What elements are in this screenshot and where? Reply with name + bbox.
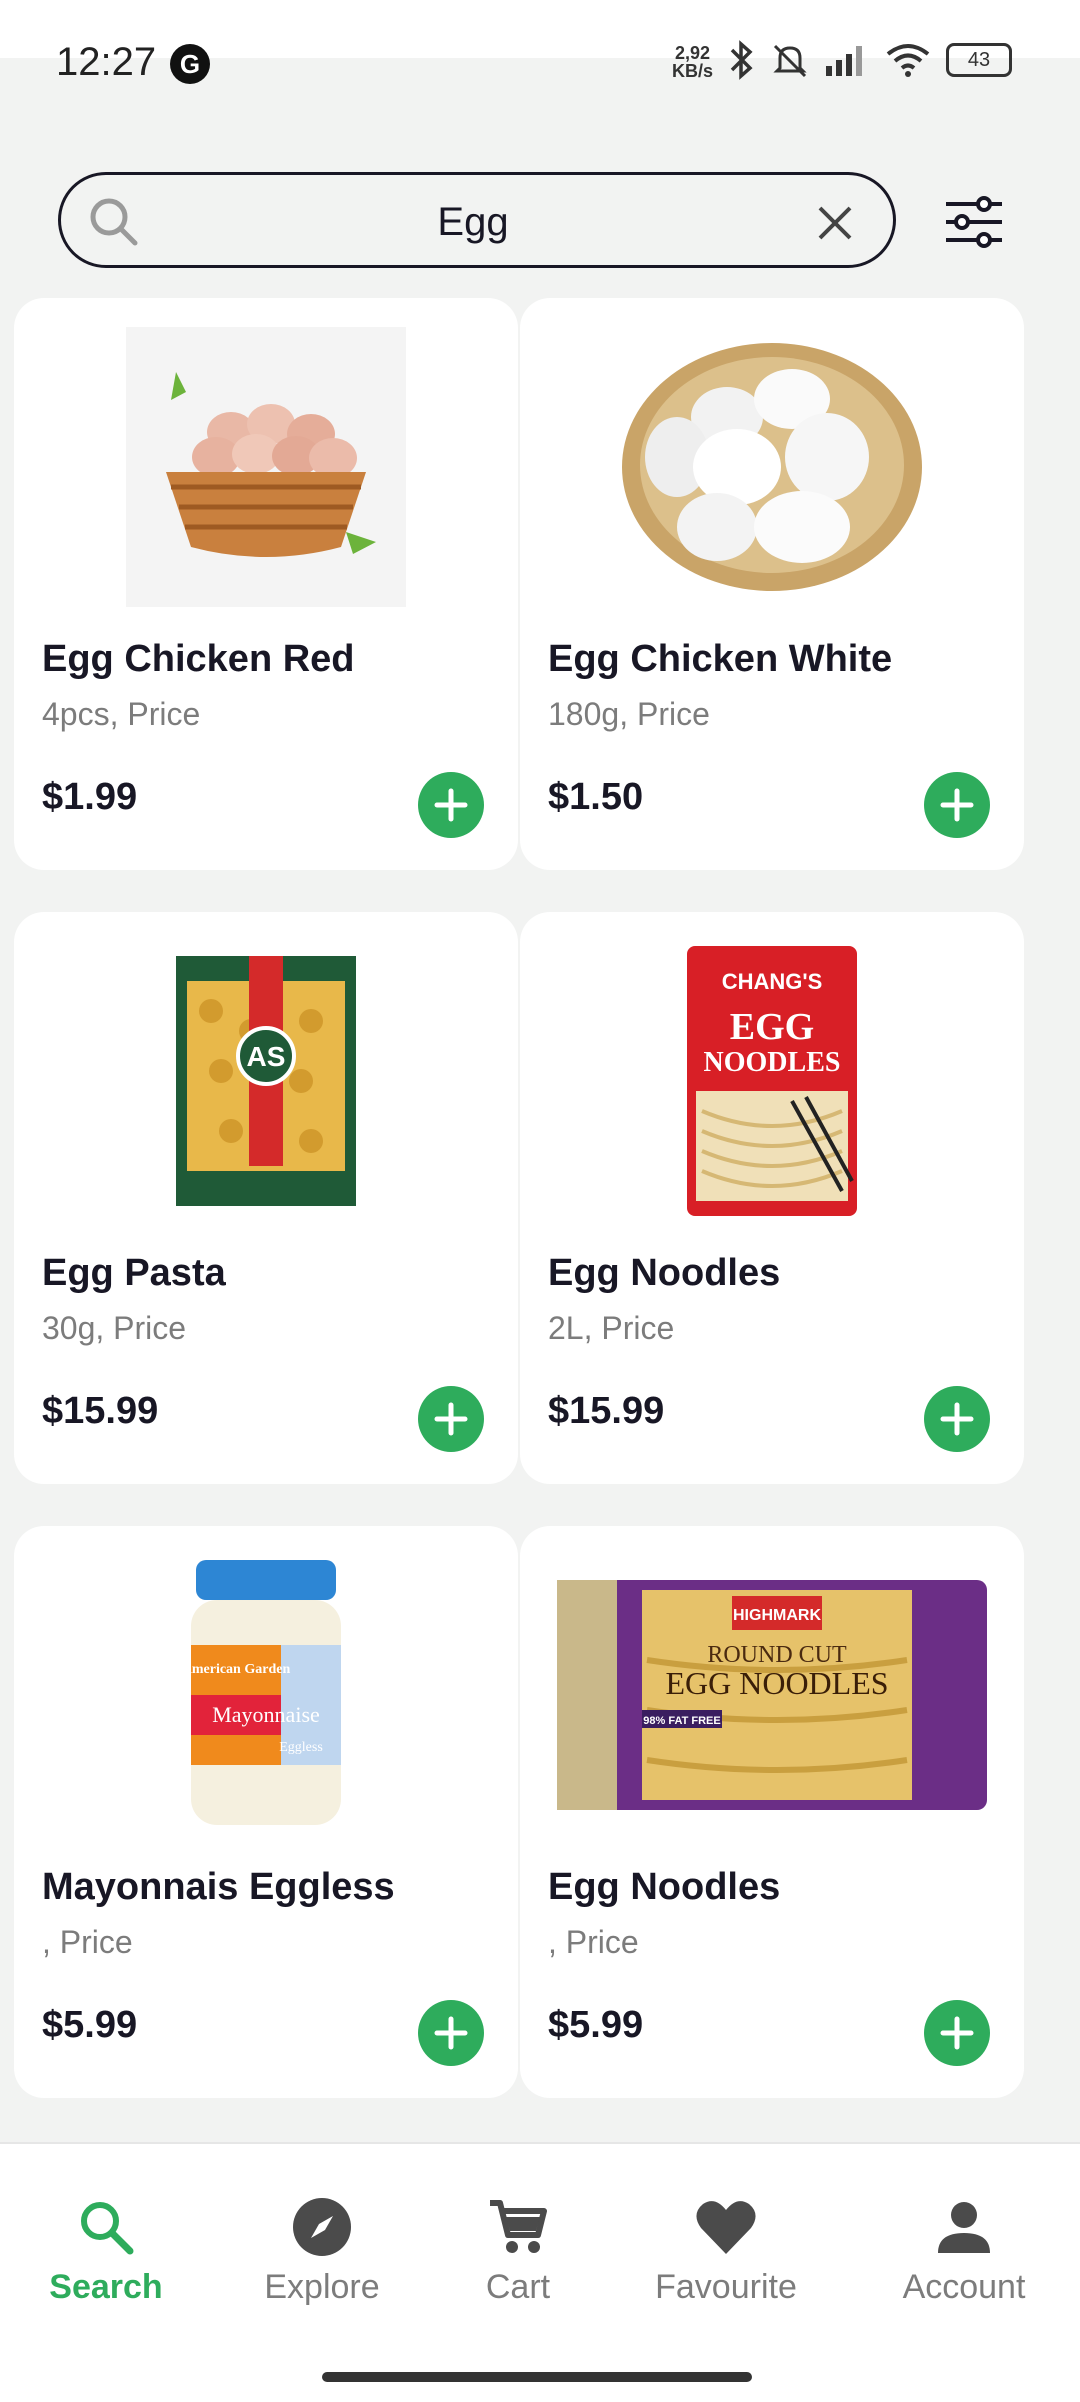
product-card[interactable]: CHANG'S EGG NOODLES Egg Noodles 2L, Pric… xyxy=(520,912,1024,1484)
product-image: HIGHMARK ROUND CUT EGG NOODLES 98% FAT F… xyxy=(520,1550,1024,1840)
product-image: AS xyxy=(14,936,518,1226)
status-icons: 43 xyxy=(726,40,1012,80)
product-name: Egg Chicken White xyxy=(548,638,893,680)
add-to-cart-button[interactable] xyxy=(924,1386,990,1452)
pasta-pack-image: AS xyxy=(176,956,356,1206)
compass-icon xyxy=(293,2198,351,2256)
status-time: 12:27 xyxy=(56,40,157,84)
product-card[interactable]: AS Egg Pasta 30g, Price $15.99 xyxy=(14,912,518,1484)
clear-search-icon[interactable] xyxy=(815,203,855,243)
pack-brand: CHANG'S xyxy=(722,969,823,994)
mayonnaise-jar-image: American Garden Mayonnaise Eggless xyxy=(182,1560,341,1825)
svg-text:AS: AS xyxy=(247,1041,286,1072)
plus-icon xyxy=(434,788,468,822)
product-price: $1.50 xyxy=(548,776,644,818)
product-subtitle: 180g, Price xyxy=(548,696,710,732)
plus-icon xyxy=(434,1402,468,1436)
product-price: $15.99 xyxy=(548,1390,665,1432)
nav-label: Explore xyxy=(264,2268,380,2306)
nav-item-explore[interactable]: Explore xyxy=(232,2192,412,2307)
plus-icon xyxy=(434,2016,468,2050)
search-icon xyxy=(90,198,138,246)
product-subtitle: 30g, Price xyxy=(42,1310,187,1346)
wifi-icon xyxy=(886,44,930,77)
add-to-cart-button[interactable] xyxy=(924,772,990,838)
nav-item-account[interactable]: Account xyxy=(874,2192,1054,2307)
product-name: Mayonnais Eggless xyxy=(42,1866,395,1908)
egg-basket-image xyxy=(126,327,406,607)
pack-badge: 98% FAT FREE xyxy=(643,1715,720,1727)
round-cut-noodles-pack-image: HIGHMARK ROUND CUT EGG NOODLES 98% FAT F… xyxy=(557,1580,987,1810)
mute-bell-icon xyxy=(773,44,807,78)
home-indicator[interactable] xyxy=(322,2372,752,2382)
jar-label: Mayonnaise xyxy=(212,1702,320,1727)
network-speed-value: 2,92 xyxy=(674,43,711,63)
product-name: Egg Pasta xyxy=(42,1252,226,1294)
product-image xyxy=(520,322,1024,612)
jar-sub-label: Eggless xyxy=(279,1740,323,1755)
filter-icon[interactable] xyxy=(942,190,1006,254)
product-subtitle: 4pcs, Price xyxy=(42,696,201,732)
product-name: Egg Noodles xyxy=(548,1866,781,1908)
product-card[interactable]: American Garden Mayonnaise Eggless Mayon… xyxy=(14,1526,518,2098)
product-card[interactable]: HIGHMARK ROUND CUT EGG NOODLES 98% FAT F… xyxy=(520,1526,1024,2098)
add-to-cart-button[interactable] xyxy=(418,1386,484,1452)
product-name: Egg Noodles xyxy=(548,1252,781,1294)
nav-label: Search xyxy=(49,2268,163,2306)
heart-icon xyxy=(696,2201,756,2254)
pack-title-line-2: NOODLES xyxy=(704,1047,841,1078)
nav-item-favourite[interactable]: Favourite xyxy=(636,2192,816,2307)
product-subtitle: , Price xyxy=(548,1924,639,1960)
product-price: $5.99 xyxy=(548,2004,644,2046)
pack-title-line-1: EGG xyxy=(730,1006,814,1048)
pack-brand: HIGHMARK xyxy=(733,1607,821,1624)
jar-brand: American Garden xyxy=(182,1662,291,1677)
bottom-navigation: Search Explore Cart Favourite Account xyxy=(0,2142,1080,2402)
plus-icon xyxy=(940,788,974,822)
add-to-cart-button[interactable] xyxy=(418,772,484,838)
product-price: $15.99 xyxy=(42,1390,159,1432)
product-card[interactable]: Egg Chicken White 180g, Price $1.50 xyxy=(520,298,1024,870)
nav-item-search[interactable]: Search xyxy=(16,2192,196,2307)
plus-icon xyxy=(940,1402,974,1436)
product-subtitle: , Price xyxy=(42,1924,133,1960)
white-egg-basket-image xyxy=(622,343,922,591)
network-speed: 2,92 KB/s xyxy=(672,44,713,80)
nav-label: Cart xyxy=(485,2268,551,2306)
search-input[interactable] xyxy=(201,189,745,255)
cart-icon xyxy=(490,2200,547,2253)
search-bar[interactable] xyxy=(58,172,896,268)
signal-icon xyxy=(826,46,862,76)
bluetooth-icon xyxy=(730,40,753,80)
plus-icon xyxy=(940,2016,974,2050)
network-speed-unit: KB/s xyxy=(672,61,714,81)
person-icon xyxy=(938,2202,990,2253)
battery-indicator: 43 xyxy=(946,43,1012,77)
nav-label: Account xyxy=(902,2268,1026,2306)
product-price: $1.99 xyxy=(42,776,138,818)
product-card[interactable]: Egg Chicken Red 4pcs, Price $1.99 xyxy=(14,298,518,870)
add-to-cart-button[interactable] xyxy=(418,2000,484,2066)
product-image: CHANG'S EGG NOODLES xyxy=(520,936,1024,1226)
nav-item-cart[interactable]: Cart xyxy=(428,2192,608,2307)
google-icon: G xyxy=(170,44,210,84)
product-name: Egg Chicken Red xyxy=(42,638,355,680)
nav-label: Favourite xyxy=(655,2268,797,2306)
pack-title-line-2: EGG NOODLES xyxy=(665,1665,888,1701)
add-to-cart-button[interactable] xyxy=(924,2000,990,2066)
egg-noodles-pack-image: CHANG'S EGG NOODLES xyxy=(687,946,857,1216)
search-icon xyxy=(81,2202,134,2255)
product-price: $5.99 xyxy=(42,2004,138,2046)
product-subtitle: 2L, Price xyxy=(548,1310,675,1346)
product-image xyxy=(14,322,518,612)
product-image: American Garden Mayonnaise Eggless xyxy=(14,1550,518,1840)
